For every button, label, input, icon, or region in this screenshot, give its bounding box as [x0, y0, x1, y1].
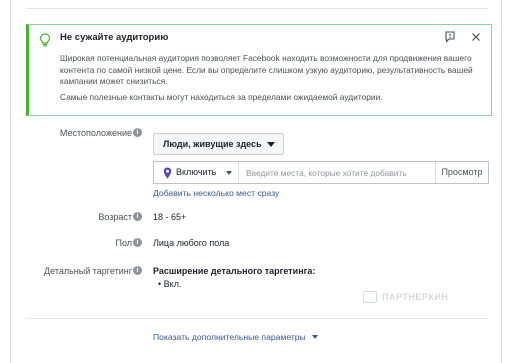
watermark-icon — [363, 291, 377, 303]
info-icon[interactable]: i — [133, 128, 142, 137]
detailed-expansion-item[interactable]: • Вкл. — [158, 279, 181, 289]
bulk-add-locations-link[interactable]: Добавить несколько мест сразу — [153, 188, 279, 198]
watermark-logo: ПАРТНЕРКИН — [363, 290, 473, 306]
info-icon[interactable]: i — [133, 238, 142, 247]
gender-label: Пол — [115, 238, 132, 248]
location-search-row: Включить Просмотр — [153, 161, 489, 184]
age-value[interactable]: 18 - 65+ — [153, 212, 186, 222]
caret-down-icon — [226, 171, 232, 175]
panel-right-border — [501, 0, 502, 363]
top-divider — [26, 8, 488, 9]
show-more-options-label: Показать дополнительные параметры — [153, 332, 306, 342]
watermark-text: ПАРТНЕРКИН — [382, 292, 449, 302]
location-search-input[interactable] — [239, 162, 435, 183]
info-icon[interactable]: i — [133, 266, 142, 275]
report-icon[interactable] — [443, 30, 457, 44]
close-icon[interactable] — [469, 30, 483, 44]
alert-title: Не сужайте аудиторию — [60, 32, 169, 43]
location-audience-dropdown[interactable]: Люди, живущие здесь — [153, 133, 284, 155]
bottom-divider — [26, 318, 488, 319]
age-label: Возраст — [98, 212, 132, 222]
audience-tip-alert: Не сужайте аудиторию Широкая потенциальн… — [26, 24, 492, 116]
browse-button[interactable]: Просмотр — [435, 162, 488, 183]
alert-paragraph: Широкая потенциальная аудитория позволяе… — [60, 53, 473, 86]
info-icon[interactable]: i — [133, 212, 142, 221]
panel-left-border — [10, 0, 11, 363]
alert-body: Широкая потенциальная аудитория позволяе… — [60, 53, 485, 103]
caret-down-icon — [312, 335, 319, 339]
lightbulb-icon — [39, 33, 51, 47]
gender-value[interactable]: Лица любого пола — [153, 238, 229, 248]
caret-down-icon — [267, 142, 275, 147]
detailed-expansion-heading: Расширение детального таргетинга: — [153, 266, 316, 276]
location-audience-value: Люди, живущие здесь — [163, 139, 262, 149]
detailed-expansion-value: Вкл. — [163, 279, 182, 289]
location-pin-icon — [163, 167, 172, 179]
location-label: Местоположение — [59, 128, 132, 138]
include-dropdown[interactable]: Включить — [154, 162, 239, 183]
include-dropdown-value: Включить — [176, 167, 217, 177]
alert-paragraph: Самые полезные контакты могут находиться… — [60, 91, 383, 102]
detailed-targeting-label: Детальный таргетинг — [44, 266, 132, 276]
show-more-options-link[interactable]: Показать дополнительные параметры — [153, 332, 319, 342]
